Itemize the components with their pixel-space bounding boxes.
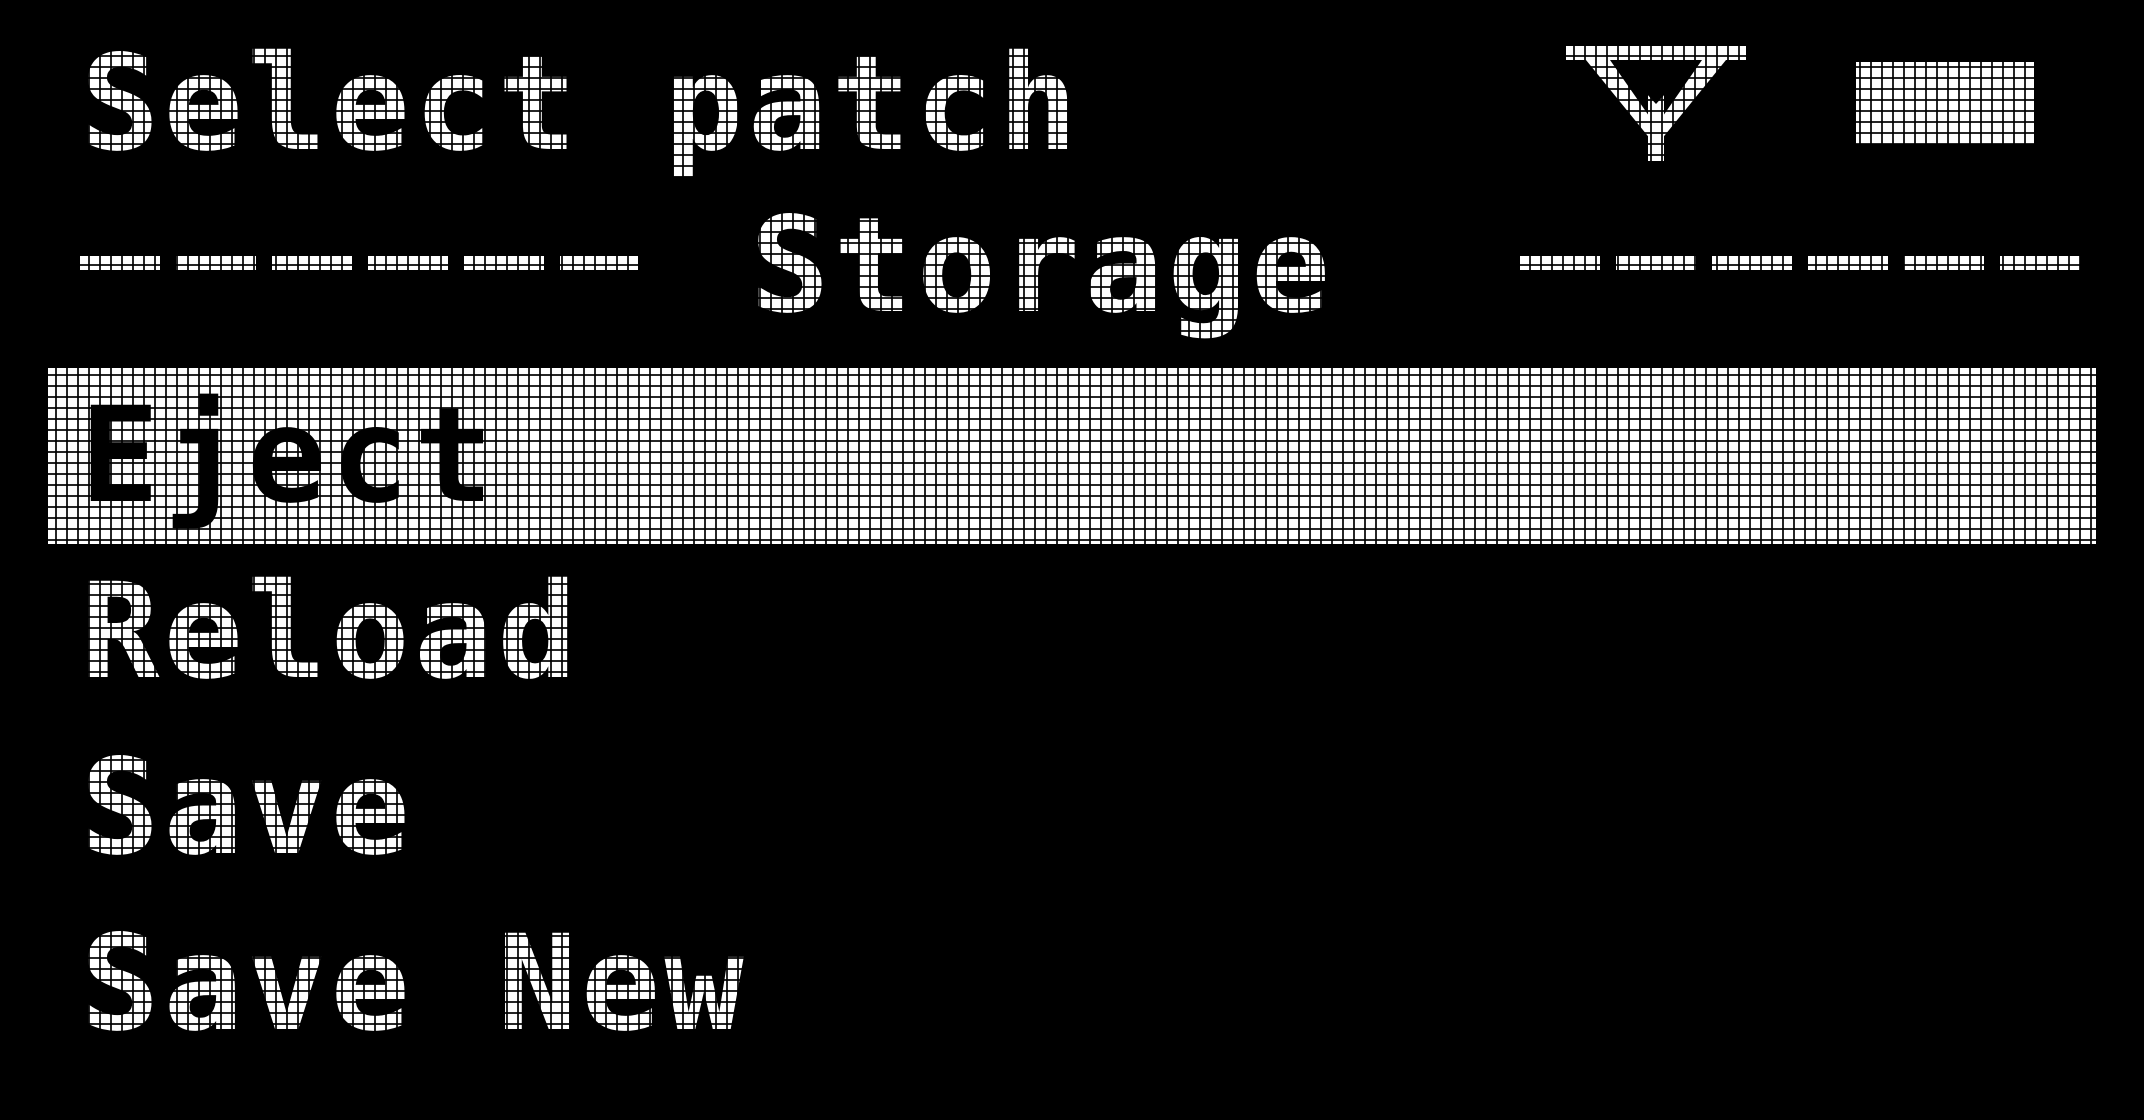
menu-item-eject[interactable]: Eject (48, 368, 2096, 544)
menu-list: Eject Reload Save Save New (48, 368, 2096, 1072)
menu-item-label: Eject (80, 379, 498, 533)
menu-item-label: Save (80, 731, 414, 885)
section-title: Storage (750, 189, 1335, 343)
section-divider-left (80, 256, 638, 270)
section-divider-right (1520, 256, 2080, 270)
page-title: Select patch (80, 27, 1082, 181)
battery-icon (1856, 62, 2034, 144)
menu-item-reload[interactable]: Reload (48, 544, 2096, 720)
menu-item-save[interactable]: Save (48, 720, 2096, 896)
menu-item-label: Reload (80, 555, 581, 709)
menu-item-label: Save New (80, 907, 748, 1061)
midi-icon (1566, 46, 1746, 161)
menu-item-save-new[interactable]: Save New (48, 896, 2096, 1072)
